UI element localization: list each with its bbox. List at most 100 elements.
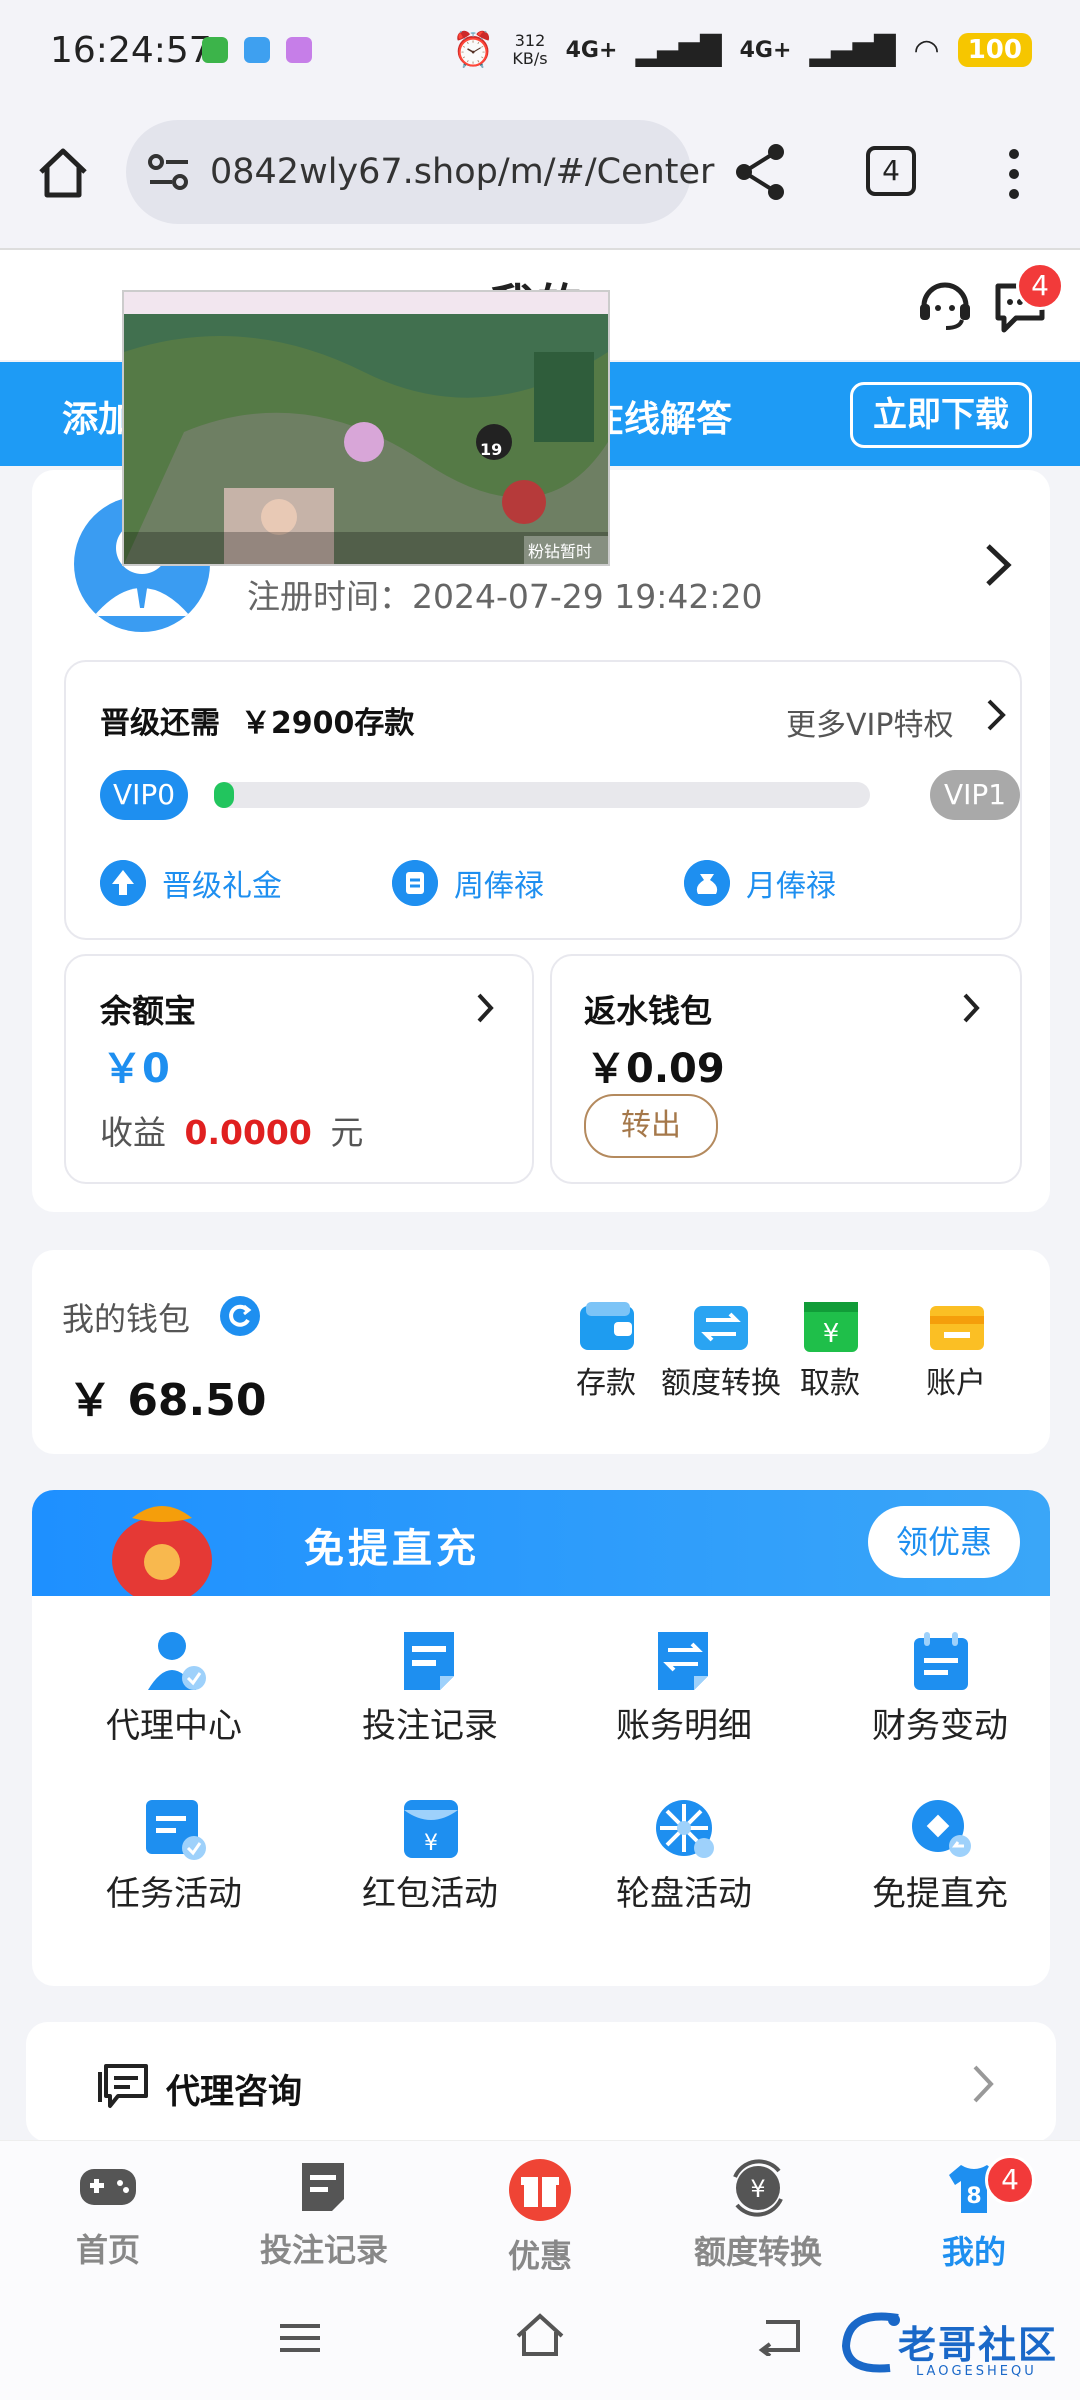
watermark-text: 老哥社区 [898, 2323, 1059, 2367]
address-bar[interactable]: 0842wly67.shop/m/#/Center [126, 120, 714, 224]
grid-label: 代理中心 [106, 1706, 242, 1746]
message-badge: 4 [1016, 262, 1064, 310]
finance-changes-icon [914, 1632, 968, 1690]
share-icon[interactable] [732, 142, 788, 202]
nav-home[interactable]: 首页 [18, 2159, 198, 2271]
promo-title: 免提直充 [304, 1526, 480, 1572]
system-home-icon[interactable] [514, 2312, 566, 2358]
menu-icon[interactable] [278, 2320, 322, 2356]
chevron-right-icon[interactable] [962, 992, 980, 1024]
grid-label: 任务活动 [106, 1874, 242, 1914]
home-icon[interactable] [36, 146, 90, 200]
gamepad-icon [80, 2169, 136, 2205]
pay-notification-icon [286, 37, 312, 63]
vip-progress-box: 晋级还需 ￥2900存款 更多VIP特权 VIP0 VIP1 晋级礼金 周俸禄 … [64, 660, 1022, 940]
nav-label: 我的 [941, 2233, 1006, 2271]
wallet-card: 我的钱包 ￥ 68.50 存款 额度转换 ¥ 取款 账户 [32, 1250, 1050, 1454]
floating-video[interactable]: 19 粉钻暂时满啦 [122, 290, 610, 566]
chevron-right-icon[interactable] [972, 2064, 994, 2104]
watermark-subtext: LAOGESHEQU [916, 2364, 1037, 2379]
status-indicators: ⏰ 312 KB/s 4G+ ▂▄▆█ 4G+ ▂▄▆█ ◠ 100 [452, 30, 1032, 70]
grid-bet-records[interactable]: 投注记录 [320, 1628, 540, 1747]
account-card-icon [930, 1306, 984, 1350]
chevron-right-icon[interactable] [984, 542, 1012, 588]
grid-label: 红包活动 [362, 1874, 498, 1914]
income-value: 0.0000 [184, 1113, 312, 1152]
signal-icon: ▂▄▆█ [635, 33, 722, 67]
alarm-icon: ⏰ [452, 30, 495, 70]
customer-service-icon[interactable] [916, 276, 974, 332]
browser-toolbar: 0842wly67.shop/m/#/Center 4 [0, 110, 1080, 250]
status-bar: 16:24:57 ⏰ 312 KB/s 4G+ ▂▄▆█ 4G+ ▂▄▆█ ◠ … [0, 0, 1080, 110]
withdraw-icon: ¥ [804, 1302, 858, 1352]
grid-account-details[interactable]: 账务明细 [574, 1628, 794, 1747]
back-icon[interactable] [758, 2316, 802, 2356]
signal-icon-2: ▂▄▆█ [809, 33, 896, 67]
rebate-wallet-card[interactable]: 返水钱包 ￥0.09 转出 [550, 954, 1022, 1184]
lucky-bag-icon [112, 1506, 212, 1596]
watermark-logo: 老哥社区 LAOGESHEQU [838, 2300, 1070, 2390]
grid-direct-recharge[interactable]: 免提直充 [830, 1796, 1050, 1915]
reward-label: 晋级礼金 [162, 869, 282, 904]
task-activity-icon [146, 1800, 206, 1860]
grid-wheel[interactable]: 轮盘活动 [574, 1796, 794, 1915]
agent-consult-title: 代理咨询 [166, 2072, 302, 2112]
direct-recharge-icon [912, 1800, 971, 1857]
nav-promotions[interactable]: 优惠 [450, 2159, 630, 2277]
site-settings-icon[interactable] [146, 150, 192, 194]
account-details-icon [658, 1632, 708, 1690]
tab-count-button[interactable]: 4 [866, 146, 916, 196]
monthly-salary-icon [684, 860, 730, 906]
signal-label-2: 4G+ [739, 37, 792, 63]
withdraw-label: 取款 [800, 1366, 860, 1401]
reward-label: 月俸禄 [746, 869, 836, 904]
agent-consult-row[interactable]: 代理咨询 [26, 2022, 1056, 2142]
grid-label: 投注记录 [362, 1706, 498, 1746]
svg-text:¥: ¥ [424, 1831, 438, 1856]
chevron-right-icon[interactable] [986, 698, 1006, 732]
more-menu-icon[interactable] [1004, 146, 1024, 202]
grid-finance-changes[interactable]: 财务变动 [830, 1628, 1050, 1747]
nav-mine[interactable]: 8 我的 [884, 2159, 1064, 2273]
refresh-icon[interactable] [220, 1296, 260, 1336]
nav-label: 首页 [75, 2231, 140, 2269]
get-offer-button[interactable]: 领优惠 [868, 1506, 1020, 1578]
yuebao-balance: ￥0 [102, 1046, 170, 1092]
nav-label: 投注记录 [259, 2231, 388, 2269]
deposit-icon [580, 1302, 634, 1350]
reward-monthly[interactable]: 月俸禄 [684, 860, 836, 906]
yuebao-card[interactable]: 余额宝 ￥0 收益 0.0000 元 [64, 954, 534, 1184]
income-unit: 元 [330, 1113, 364, 1152]
svg-text:¥: ¥ [750, 2175, 765, 2203]
nav-bet-records[interactable]: 投注记录 [234, 2159, 414, 2271]
network-speed: 312 KB/s [512, 31, 548, 68]
vip-next-badge: VIP1 [930, 770, 1020, 820]
account-button[interactable]: 账户 [896, 1300, 1016, 1402]
download-button[interactable]: 立即下载 [850, 382, 1032, 448]
grid-red-packet[interactable]: ¥ 红包活动 [320, 1796, 540, 1915]
grid-agent-center[interactable]: 代理中心 [64, 1628, 284, 1747]
status-time: 16:24:57 [50, 30, 212, 71]
nav-transfer[interactable]: ¥ 额度转换 [668, 2159, 848, 2273]
income-label: 收益 [100, 1113, 166, 1152]
reward-weekly[interactable]: 周俸禄 [392, 860, 544, 906]
chevron-right-icon[interactable] [476, 992, 494, 1024]
reward-label: 周俸禄 [454, 869, 544, 904]
withdraw-action-button[interactable]: ¥ 取款 [770, 1300, 890, 1402]
grid-label: 轮盘活动 [616, 1874, 752, 1914]
grid-task-activity[interactable]: 任务活动 [64, 1796, 284, 1915]
vip-upgrade-amount: ￥2900存款 [240, 706, 415, 741]
wheel-icon [656, 1800, 714, 1858]
profile-card: 注册时间：2024-07-29 19:42:20 晋级还需 ￥2900存款 更多… [32, 470, 1050, 1212]
registration-label: 注册时间： [247, 577, 412, 616]
consult-icon [98, 2064, 148, 2108]
reward-upgrade[interactable]: 晋级礼金 [100, 860, 282, 906]
vip-progress-bar [214, 782, 870, 808]
app-notification-icon [244, 37, 270, 63]
video-level: 19 [480, 440, 503, 459]
withdraw-button[interactable]: 转出 [584, 1094, 718, 1158]
transfer-icon [694, 1306, 748, 1350]
wifi-icon: ◠ [913, 32, 940, 68]
vip-more-link[interactable]: 更多VIP特权 [786, 700, 953, 744]
rebate-balance: ￥0.09 [586, 1046, 725, 1092]
